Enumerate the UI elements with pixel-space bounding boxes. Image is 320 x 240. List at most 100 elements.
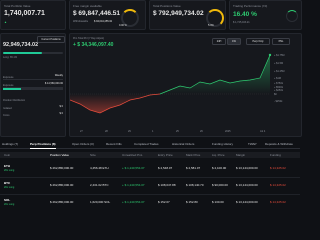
y-tick-label: + $1M (274, 77, 281, 80)
row-label: Isolated (3, 107, 12, 110)
header-size[interactable]: Size (90, 153, 96, 157)
y-tick-label: + $1.25M (274, 70, 285, 73)
loss-area (70, 94, 160, 113)
gauge-value: 5.3% (208, 24, 214, 27)
tab-completed-trades[interactable]: Completed Trades (134, 140, 159, 148)
position-side: 20x Long (4, 186, 15, 189)
distribution-label: Position Distribution (3, 99, 26, 102)
position-value: $ 262,880,000.00 (50, 183, 74, 187)
margin: $ 13,144,000.00 (236, 166, 258, 170)
dist-row: Cross $ 0 (3, 112, 63, 117)
current-positions-button[interactable]: Current Positions (37, 36, 65, 43)
stat-card-free-margin: Free margin available $ 69,847,446.51 Wi… (69, 0, 146, 30)
mark-price: $ 152.80 (186, 200, 198, 204)
row-label: Cross (3, 114, 10, 117)
table-row[interactable]: BTC 20x Long $ 262,880,000.00 2,431.02 B… (0, 177, 300, 195)
stat-label: Free margin available (73, 4, 102, 8)
tab-historical-orders[interactable]: Historical Orders (172, 140, 194, 148)
coin-symbol: ETH (4, 164, 10, 168)
tab-twap[interactable]: TWAP (248, 140, 257, 148)
pnl-chart: + $1.75M + $1.5M + $1.25M + $1M + $750k … (70, 53, 285, 133)
y-tick-label: + $1.75M (274, 54, 285, 57)
position-size: 1,620,000 SOL (90, 200, 111, 204)
perp-only-button[interactable]: Perp Only (246, 38, 270, 45)
y-tick-label: + $1.5M (274, 62, 283, 65)
liq-price: $ 2,100.00 (212, 166, 227, 170)
x-tick-label: 25 (176, 130, 179, 133)
position-value: $ 262,880,000.00 (50, 200, 74, 204)
profit-area (160, 55, 270, 94)
long-short-bar (3, 52, 63, 54)
row-value: Weekly (54, 74, 63, 77)
header-coin[interactable]: Coin (4, 153, 10, 157)
pnl-chart-card: PnL Total Pnl (7 Day Adjust) + $ 34,346,… (69, 33, 302, 137)
liq-price: $ 130.00 (212, 200, 224, 204)
unrealized-pnl: + $ 1,240,554.07 (122, 183, 145, 187)
tab-perp-positions[interactable]: Perp Positions (8) (30, 140, 56, 149)
stat-card-performance: Trading Performance (7d) 16.40 % $ 1,745… (229, 0, 302, 30)
entry-price: $ 152.07 (158, 200, 170, 204)
position-size: 4,456.48 ETH (90, 166, 109, 170)
y-tick-label: - $250k (274, 100, 283, 103)
table-header: Coin Position Value Size Unrealized PnL … (0, 152, 300, 158)
stat-value: $ 792,949,734.02 (153, 10, 204, 17)
header-margin[interactable]: Margin (236, 153, 245, 157)
x-tick-label: 28 (105, 130, 108, 133)
position-size: 2,431.02 BTC (90, 183, 109, 187)
long-bar-fill (3, 52, 42, 54)
x-tick-label: 29 (128, 130, 131, 133)
pnl-select-button[interactable]: PNL (272, 38, 290, 45)
x-tick-label: Jul 4 (260, 130, 266, 133)
range-1w-button[interactable]: 1W (227, 38, 241, 45)
row-value: $ 14,560,000.00 (44, 82, 63, 85)
position-value: $ 262,880,000.00 (50, 166, 74, 170)
stat-label: Total Portfolio Value (4, 4, 31, 8)
entry-price: $ 2,548.07 (158, 166, 173, 170)
x-tick-label: 26 (200, 130, 203, 133)
tab-recent-fills[interactable]: Recent Fills (106, 140, 122, 148)
exposure-bar-fill (3, 88, 21, 90)
header-funding[interactable]: Funding (270, 153, 281, 157)
header-position-value[interactable]: Position Value (50, 153, 69, 157)
bar-label: Long: 65.1% (3, 56, 18, 59)
dist-row: Isolated $ 0 (3, 105, 63, 110)
exposure-row: Exposure Weekly (3, 74, 63, 80)
margin: $ 13,144,000.00 (236, 183, 258, 187)
x-tick-label: 27 (80, 130, 83, 133)
tab-open-orders[interactable]: Open Orders (0) (72, 140, 94, 148)
funding: $ 14,325.02 (270, 183, 286, 187)
unrealized-pnl: + $ 1,240,554.07 (122, 166, 145, 170)
header-liq-price[interactable]: Liq. Price (212, 153, 225, 157)
gauge-value: 0.00 % (119, 24, 127, 27)
latest-point-marker (268, 53, 272, 57)
y-tick-label: + $750k (274, 82, 284, 85)
funding: $ 14,325.02 (270, 200, 286, 204)
chart-title: PnL Total Pnl (7 Day Adjust) (73, 37, 104, 40)
tab-holdings[interactable]: Holdings (7) (2, 140, 18, 148)
table-row[interactable]: SOL 20x Long $ 262,880,000.00 1,620,000 … (0, 194, 300, 211)
stat-label: Total Positions Value (153, 4, 181, 8)
tab-funding-history[interactable]: Funding History (212, 140, 233, 148)
row-value: $ 0 (59, 105, 63, 108)
funding: $ 14,325.02 (270, 166, 286, 170)
y-tick-label: $0 (274, 93, 277, 96)
chart-value: + $ 34,346,097.40 (73, 42, 114, 48)
entry-price: $ 108,047.88 (158, 183, 176, 187)
header-mark-price[interactable]: Mark Price (186, 153, 200, 157)
range-24h-button[interactable]: 24H (212, 38, 226, 45)
position-side: 20x Long (4, 203, 15, 206)
performance-gauge-icon (286, 10, 298, 22)
header-unrealized-pnl[interactable]: Unrealized PnL (122, 153, 143, 157)
header-entry-price[interactable]: Entry Price (158, 153, 173, 157)
row-value: $ 0 (59, 112, 63, 115)
stat-value: 1,740,007.71 (4, 10, 45, 17)
mark-price: $ 2,581.07 (186, 166, 201, 170)
panel-value: 92,949,734.02 (3, 42, 39, 48)
coin-symbol: SOL (4, 198, 11, 202)
row-label: Exposure (3, 76, 14, 79)
tab-deposits-withdrawals[interactable]: Deposits & Withdraw (265, 140, 293, 148)
table-row[interactable]: ETH 20x Long $ 262,880,000.00 4,456.48 E… (0, 160, 300, 178)
stat-sub-value: $ 94,044,455.32 (94, 20, 113, 23)
liq-price: $ 90,000.00 (212, 183, 228, 187)
stat-sub-value: $ 1,745,043.21 (233, 21, 250, 24)
